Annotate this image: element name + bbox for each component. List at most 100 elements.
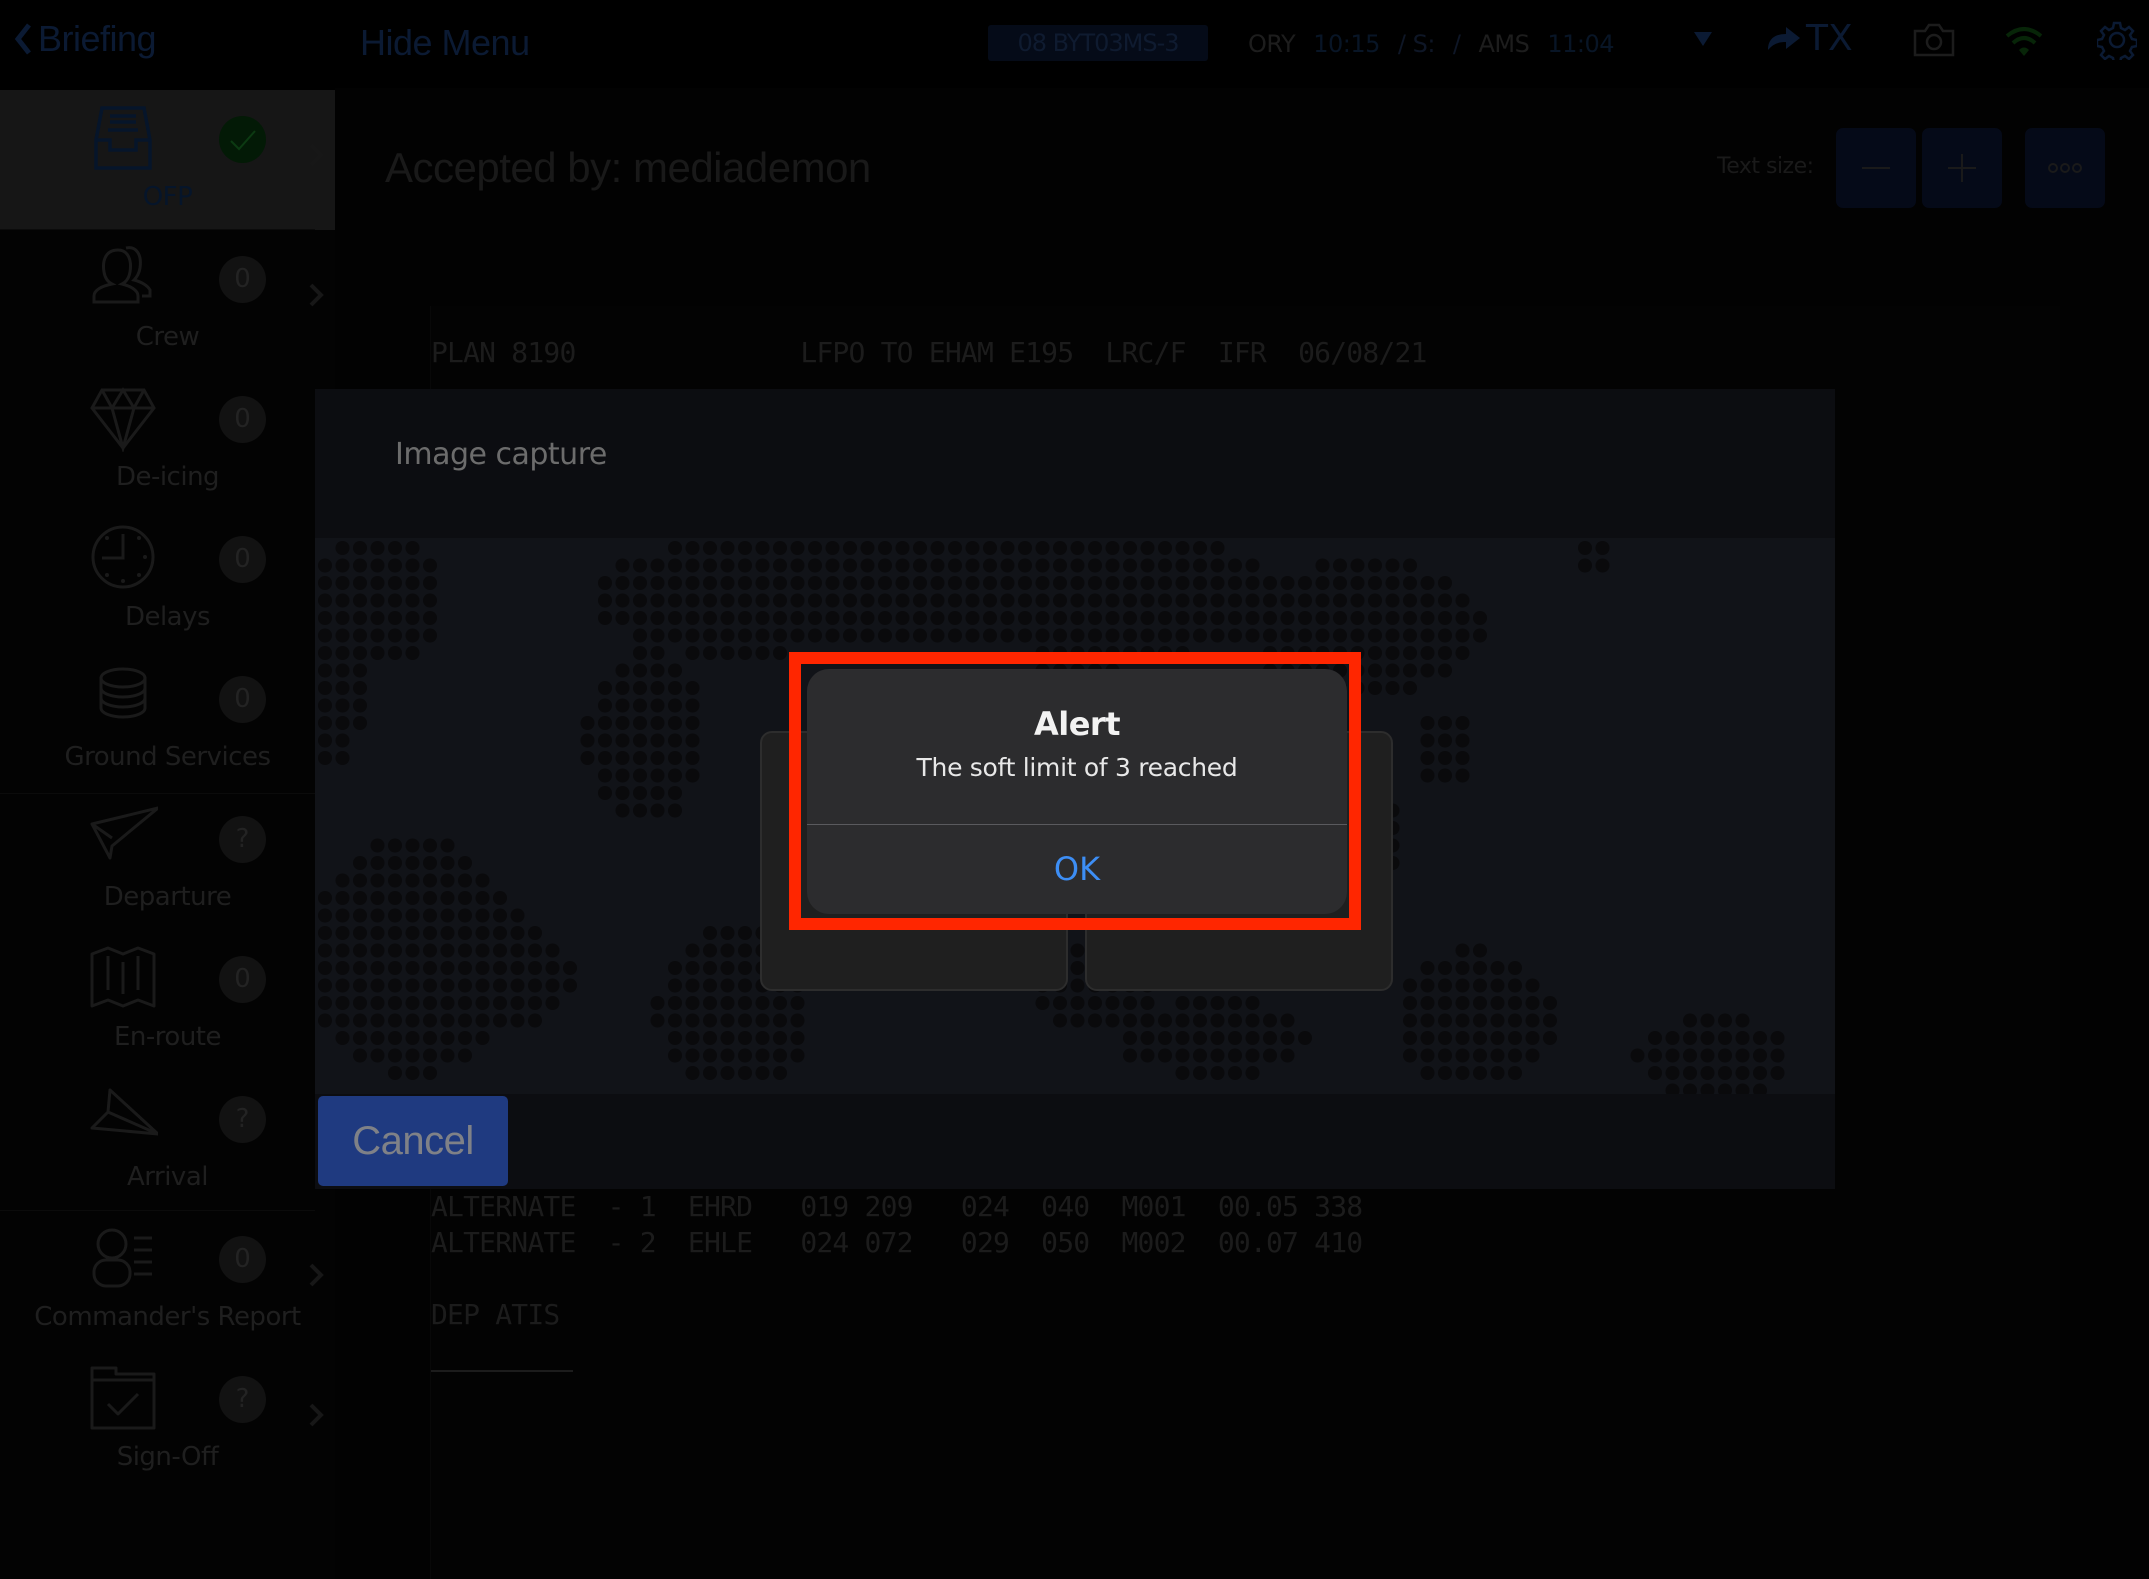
sidebar-item-ofp[interactable]: OFP (0, 90, 335, 230)
map-dot (493, 926, 507, 940)
camera-icon[interactable] (1912, 22, 1956, 58)
map-dot (1263, 1048, 1277, 1063)
map-dot (685, 768, 700, 783)
map-dot (353, 663, 367, 678)
sidebar-item-commanders-report[interactable]: 0 Commander's Report (0, 1210, 335, 1350)
map-dot (440, 873, 455, 888)
map-dot (1193, 541, 1207, 555)
map-dot (1420, 1031, 1435, 1045)
sidebar-item-arrival[interactable]: ? Arrival (0, 1070, 335, 1210)
map-dot (755, 996, 770, 1010)
map-dot (1105, 996, 1120, 1010)
map-dot (1245, 558, 1260, 573)
map-dot (720, 1066, 735, 1080)
sidebar-item-sign-off[interactable]: ? Sign-Off (0, 1350, 335, 1490)
map-dot (1333, 576, 1347, 590)
map-dot (370, 926, 385, 940)
back-button[interactable]: Briefing (14, 18, 157, 60)
map-dot (633, 803, 647, 818)
map-dot (1245, 628, 1260, 643)
dropdown-triangle-icon[interactable] (1694, 32, 1712, 46)
map-dot (1315, 593, 1330, 608)
map-dot (405, 1013, 420, 1028)
map-dot (510, 996, 525, 1010)
sidebar-item-departure[interactable]: ? Departure (0, 790, 335, 930)
map-dot (1490, 1048, 1505, 1063)
map-dot (318, 733, 332, 748)
map-dot (353, 926, 367, 940)
flight-id-badge[interactable]: 08 BYT03MS-3 (988, 25, 1208, 61)
wifi-icon[interactable] (2004, 24, 2044, 58)
sidebar-item-delays[interactable]: 0 Delays (0, 510, 335, 650)
map-dot (335, 558, 350, 573)
map-dot (1245, 1031, 1260, 1045)
map-dot (1490, 1031, 1505, 1045)
map-dot (895, 628, 910, 643)
cancel-button[interactable]: Cancel (318, 1096, 508, 1186)
map-dot (370, 628, 385, 643)
map-dot (1210, 1013, 1225, 1028)
map-dot (1123, 576, 1137, 590)
map-dot (633, 558, 647, 573)
map-dot (773, 611, 787, 625)
map-dot (633, 663, 647, 678)
map-dot (335, 611, 350, 625)
map-dot (405, 996, 420, 1010)
map-dot (790, 558, 805, 573)
map-dot (1245, 576, 1260, 590)
map-dot (1158, 1031, 1172, 1045)
map-dot (335, 716, 350, 730)
map-dot (668, 1048, 682, 1063)
map-dot (668, 576, 682, 590)
map-dot (440, 856, 455, 870)
ok-button[interactable]: OK (807, 825, 1347, 914)
sidebar-item-crew[interactable]: 0 Crew (0, 230, 335, 370)
map-dot (1543, 1013, 1557, 1028)
map-dot (353, 611, 367, 625)
map-dot (1123, 593, 1137, 608)
map-dot (405, 1031, 420, 1045)
map-dot (1578, 558, 1592, 573)
alternate-row: ALTERNATE - 1 EHRD 019 209 024 040 M001 … (431, 1190, 1363, 1223)
map-dot (318, 663, 332, 678)
map-dot (685, 996, 700, 1010)
map-dot (1455, 1013, 1470, 1028)
gear-icon[interactable] (2097, 20, 2137, 60)
map-dot (703, 558, 717, 573)
map-dot (790, 1013, 805, 1028)
map-dot (1403, 593, 1417, 608)
map-dot (1140, 996, 1155, 1010)
map-dot (825, 576, 840, 590)
map-dot (1438, 576, 1452, 590)
map-dot (1735, 1031, 1750, 1045)
map-dot (1455, 978, 1470, 993)
hide-menu-button[interactable]: Hide Menu (360, 22, 530, 64)
map-dot (1700, 1083, 1715, 1094)
transmit-button[interactable]: TX (1764, 18, 1853, 59)
map-dot (458, 926, 472, 940)
sidebar-item-de-icing[interactable]: 0 De-icing (0, 370, 335, 510)
more-options-button[interactable] (2025, 128, 2105, 208)
map-dot (633, 681, 647, 695)
map-dot (528, 961, 542, 975)
map-dot (668, 716, 682, 730)
text-size-decrease-button[interactable] (1836, 128, 1916, 208)
map-dot (913, 611, 927, 625)
sidebar-item-ground-services[interactable]: 0 Ground Services (0, 650, 335, 790)
text-size-increase-button[interactable] (1922, 128, 2002, 208)
map-dot (685, 541, 700, 555)
map-dot (738, 926, 752, 940)
map-dot (965, 576, 980, 590)
map-dot (1508, 1013, 1522, 1028)
map-dot (440, 838, 455, 853)
sidebar-item-en-route[interactable]: 0 En-route (0, 930, 335, 1070)
route-summary[interactable]: ORY 10:15 / S: / AMS 11:04 (1248, 26, 1615, 62)
map-dot (458, 873, 472, 888)
map-dot (1193, 558, 1207, 573)
map-dot (668, 768, 682, 783)
map-dot (650, 628, 665, 643)
map-dot (738, 576, 752, 590)
map-dot (1333, 628, 1347, 643)
map-dot (1035, 611, 1050, 625)
map-dot (650, 558, 665, 573)
